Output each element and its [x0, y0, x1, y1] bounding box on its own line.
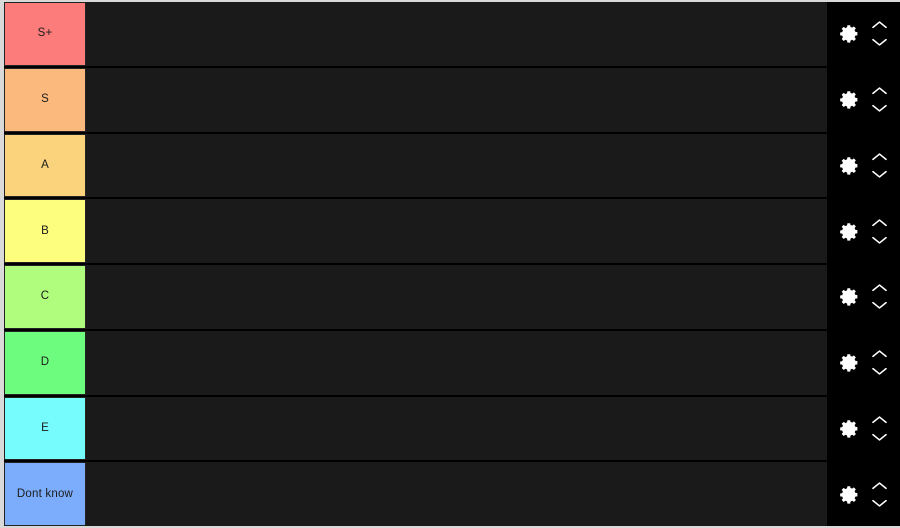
tier-drop-area-7[interactable] — [86, 462, 827, 526]
gear-icon[interactable] — [839, 418, 860, 439]
chevron-down-icon[interactable] — [871, 367, 888, 376]
tier-row: A — [4, 133, 900, 200]
tier-controls-3 — [827, 199, 900, 263]
tier-controls-0 — [827, 2, 900, 66]
tier-move-arrows-1 — [871, 86, 888, 113]
tier-controls-2 — [827, 133, 900, 198]
tier-controls-6 — [827, 396, 900, 461]
tier-controls-7 — [827, 462, 900, 526]
tier-label-2[interactable]: A — [4, 133, 86, 198]
tier-row: D — [4, 330, 900, 397]
chevron-up-icon[interactable] — [871, 218, 888, 227]
tier-label-6[interactable]: E — [4, 396, 86, 461]
tier-label-4[interactable]: C — [4, 265, 86, 329]
tier-move-arrows-5 — [871, 349, 888, 376]
chevron-down-icon[interactable] — [871, 301, 888, 310]
tier-controls-4 — [827, 265, 900, 329]
tier-drop-area-0[interactable] — [86, 2, 827, 66]
chevron-down-icon[interactable] — [871, 38, 888, 47]
tier-row: Dont know — [4, 462, 900, 526]
chevron-down-icon[interactable] — [871, 499, 888, 508]
tier-drop-area-4[interactable] — [86, 265, 827, 329]
tier-move-arrows-2 — [871, 152, 888, 179]
chevron-up-icon[interactable] — [871, 415, 888, 424]
chevron-up-icon[interactable] — [871, 481, 888, 490]
tier-controls-1 — [827, 67, 900, 132]
tier-list: S+ S A B C D E Dont know — [4, 2, 900, 526]
chevron-up-icon[interactable] — [871, 152, 888, 161]
chevron-down-icon[interactable] — [871, 170, 888, 179]
chevron-up-icon[interactable] — [871, 20, 888, 29]
tier-drop-area-1[interactable] — [86, 67, 827, 132]
tier-controls-5 — [827, 330, 900, 395]
tier-row: B — [4, 199, 900, 265]
chevron-up-icon[interactable] — [871, 349, 888, 358]
tier-drop-area-2[interactable] — [86, 133, 827, 198]
tier-move-arrows-6 — [871, 415, 888, 442]
gear-icon[interactable] — [839, 23, 860, 44]
tier-label-1[interactable]: S — [4, 67, 86, 132]
tier-drop-area-6[interactable] — [86, 396, 827, 461]
tier-drop-area-3[interactable] — [86, 199, 827, 263]
tier-move-arrows-7 — [871, 481, 888, 508]
chevron-down-icon[interactable] — [871, 104, 888, 113]
chevron-up-icon[interactable] — [871, 283, 888, 292]
tier-row: C — [4, 265, 900, 331]
tier-label-7[interactable]: Dont know — [4, 462, 86, 526]
tier-move-arrows-0 — [871, 20, 888, 47]
gear-icon[interactable] — [839, 221, 860, 242]
gear-icon[interactable] — [839, 155, 860, 176]
gear-icon[interactable] — [839, 484, 860, 505]
tier-label-5[interactable]: D — [4, 330, 86, 395]
gear-icon[interactable] — [839, 286, 860, 307]
tier-row: S — [4, 67, 900, 134]
tier-label-3[interactable]: B — [4, 199, 86, 263]
tier-drop-area-5[interactable] — [86, 330, 827, 395]
chevron-down-icon[interactable] — [871, 433, 888, 442]
tier-row: E — [4, 396, 900, 463]
tier-row: S+ — [4, 2, 900, 68]
chevron-up-icon[interactable] — [871, 86, 888, 95]
gear-icon[interactable] — [839, 89, 860, 110]
tier-label-0[interactable]: S+ — [4, 2, 86, 66]
tier-move-arrows-4 — [871, 283, 888, 310]
gear-icon[interactable] — [839, 352, 860, 373]
tier-move-arrows-3 — [871, 218, 888, 245]
chevron-down-icon[interactable] — [871, 236, 888, 245]
